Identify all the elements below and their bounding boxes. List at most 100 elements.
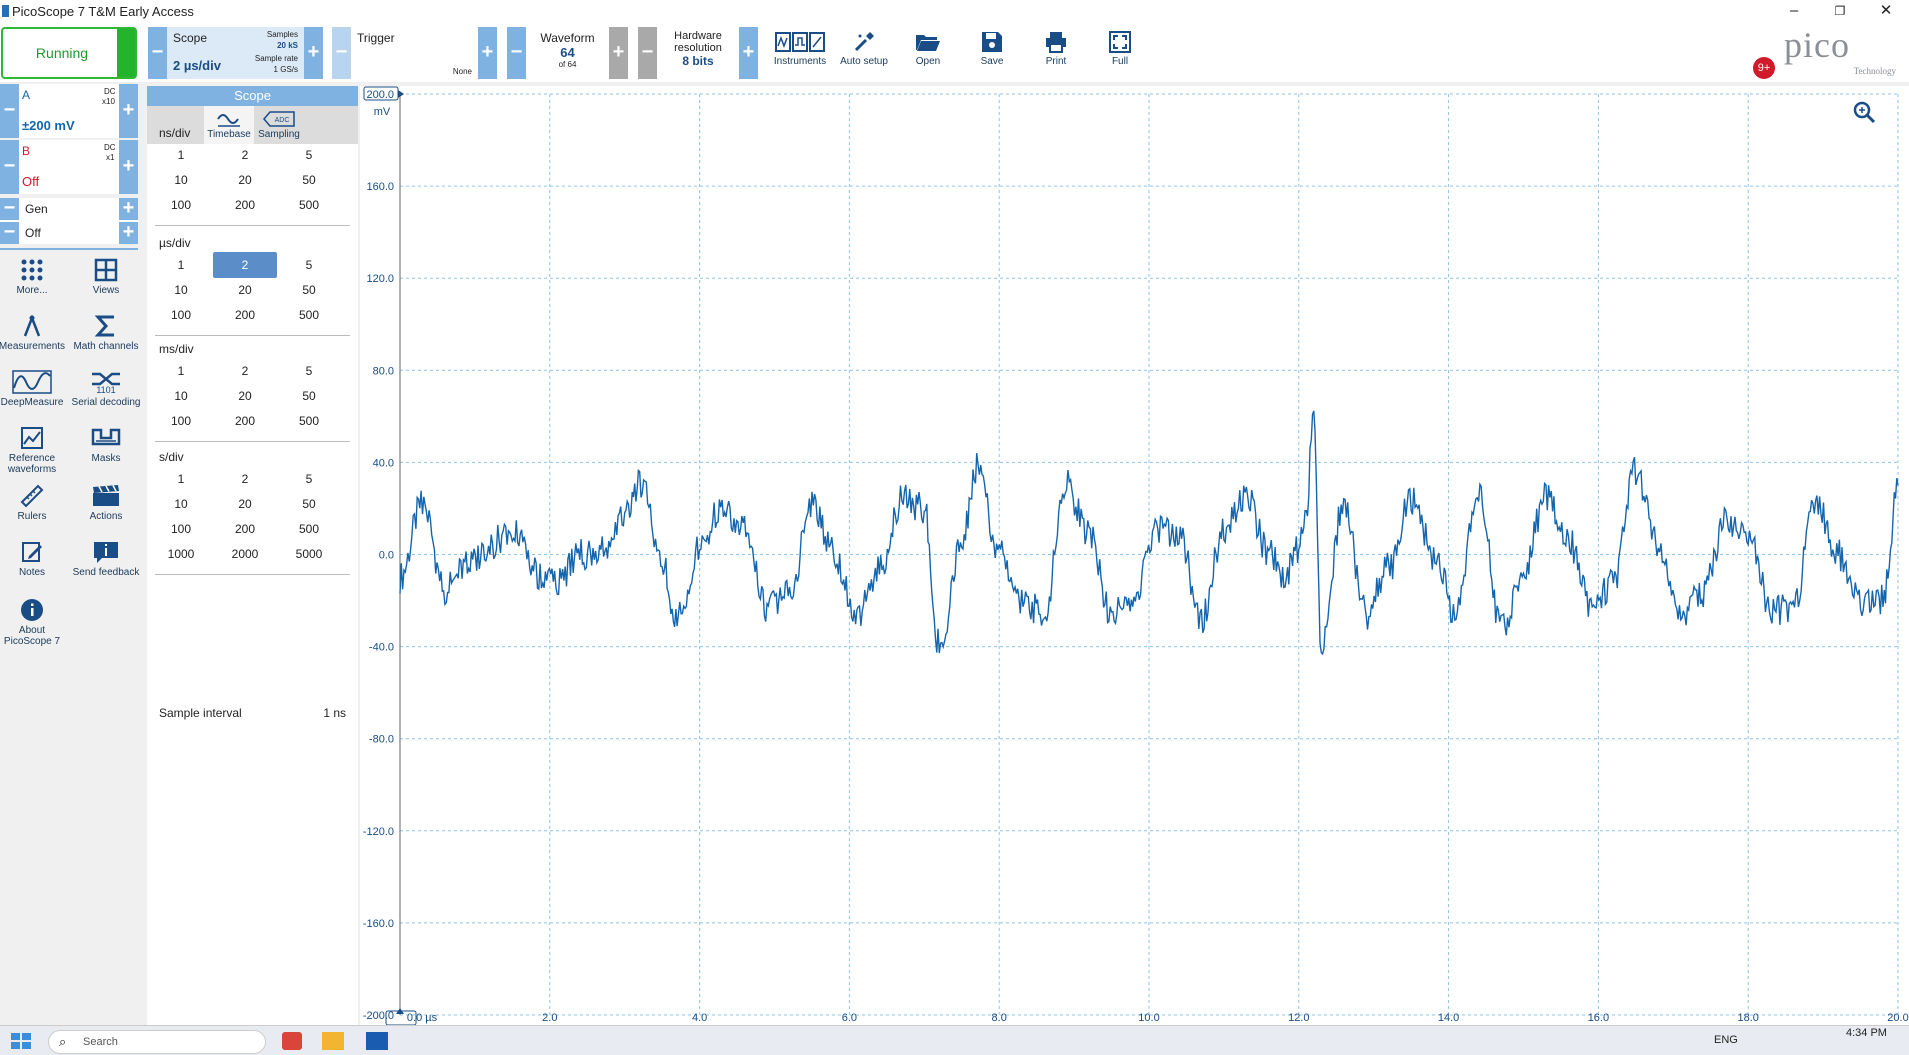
instruments-button[interactable]: Instruments <box>770 24 830 80</box>
timebase-option[interactable]: 20 <box>213 491 277 517</box>
y-tick-label: -200.0 <box>363 1010 394 1022</box>
timebase-option[interactable]: 20 <box>213 383 277 409</box>
zoom-icon[interactable] <box>1853 101 1876 124</box>
resolution-increase-button[interactable]: + <box>739 27 758 79</box>
channel-b-increase-button[interactable]: + <box>119 140 138 194</box>
run-stop-button[interactable]: Running <box>1 27 137 79</box>
timebase-option[interactable]: 2 <box>213 142 277 168</box>
channel-a-increase-button[interactable]: + <box>119 84 138 138</box>
clock[interactable]: 4:34 PM <box>1846 1027 1887 1039</box>
timebase-option[interactable]: 5 <box>277 252 341 278</box>
timebase-option[interactable]: 100 <box>149 192 213 218</box>
trigger-increase-button[interactable]: + <box>478 27 497 79</box>
timebase-option[interactable]: 50 <box>277 383 341 409</box>
channel-b-decrease-button[interactable]: − <box>0 140 19 194</box>
timebase-option[interactable]: 100 <box>149 302 213 328</box>
timebase-option[interactable]: 1 <box>149 358 213 384</box>
reference-waveforms-button[interactable]: Reference waveforms <box>0 426 68 475</box>
restore-button[interactable]: ❐ <box>1817 0 1863 24</box>
notes-button[interactable]: Notes <box>0 540 68 578</box>
file-explorer-icon[interactable] <box>322 1032 344 1050</box>
tab-timebase[interactable]: Timebase <box>204 106 254 144</box>
timebase-option[interactable]: 20 <box>213 277 277 303</box>
measurements-button[interactable]: Measurements <box>0 314 68 352</box>
resolution-decrease-button[interactable]: − <box>638 27 657 79</box>
hardware-resolution-control[interactable]: Hardware resolution 8 bits <box>657 27 739 79</box>
timebase-option[interactable]: 10 <box>149 167 213 193</box>
timebase-option[interactable]: 5 <box>277 358 341 384</box>
timebase-option[interactable]: 500 <box>277 302 341 328</box>
timebase-option[interactable]: 50 <box>277 277 341 303</box>
timebase-option[interactable]: 1 <box>149 466 213 492</box>
waveform-previous-button[interactable]: − <box>507 27 526 79</box>
timebase-option[interactable]: 5 <box>277 466 341 492</box>
notification-badge[interactable]: 9+ <box>1753 57 1775 79</box>
serial-decoding-button[interactable]: 1101 Serial decoding <box>70 370 142 408</box>
timebase-increase-button[interactable]: + <box>304 27 323 79</box>
gen-increase-button[interactable]: + <box>119 198 138 220</box>
about-button[interactable]: About PicoScope 7 <box>0 598 68 647</box>
timebase-option[interactable]: 10 <box>149 277 213 303</box>
timebase-option[interactable]: 2000 <box>213 541 277 567</box>
waveform-chart[interactable]: 200.0 160.0 120.0 80.0 40.0 0.0 -40.0 -80.0 -120… <box>360 86 1909 1026</box>
channel-a-decrease-button[interactable]: − <box>0 84 19 138</box>
taskbar-app-icon-1[interactable] <box>282 1032 302 1050</box>
math-channels-button[interactable]: Math channels <box>70 314 142 352</box>
timebase-option[interactable]: 50 <box>277 167 341 193</box>
waveform-next-button[interactable]: + <box>609 27 628 79</box>
timebase-option[interactable]: 10 <box>149 383 213 409</box>
timebase-option[interactable]: 500 <box>277 408 341 434</box>
timebase-option[interactable]: 20 <box>213 167 277 193</box>
timebase-option[interactable]: 100 <box>149 408 213 434</box>
timebase-option[interactable]: 5000 <box>277 541 341 567</box>
timebase-option[interactable]: 10 <box>149 491 213 517</box>
timebase-option[interactable]: 200 <box>213 302 277 328</box>
timebase-option[interactable]: 1 <box>149 252 213 278</box>
timebase-option[interactable]: 200 <box>213 516 277 542</box>
views-button[interactable]: Views <box>70 258 142 296</box>
deepmeasure-button[interactable]: DeepMeasure <box>0 370 68 408</box>
timebase-decrease-button[interactable]: − <box>148 27 167 79</box>
minimize-button[interactable]: – <box>1771 0 1817 24</box>
rulers-button[interactable]: Rulers <box>0 484 68 522</box>
channel-a-control[interactable]: − A DC x10 ±200 mV + <box>0 84 138 138</box>
timebase-option[interactable]: 1000 <box>149 541 213 567</box>
tab-sampling[interactable]: ADC Sampling <box>254 106 304 144</box>
timebase-option[interactable]: 2 <box>213 358 277 384</box>
channel-b-control[interactable]: − B DC x1 Off + <box>0 140 138 194</box>
taskbar-search-box[interactable]: ⌕ Search <box>48 1030 266 1054</box>
timebase-option[interactable]: 200 <box>213 192 277 218</box>
close-button[interactable]: ✕ <box>1863 0 1909 24</box>
timebase-control[interactable]: Scope 2 µs/div Samples 20 kS Sample rate… <box>167 27 304 79</box>
picoscope-taskbar-icon[interactable] <box>366 1032 388 1050</box>
windows-start-icon[interactable] <box>10 1032 32 1050</box>
send-feedback-button[interactable]: Send feedback <box>70 540 142 578</box>
timebase-option[interactable]: 100 <box>149 516 213 542</box>
language-indicator[interactable]: ENG <box>1714 1034 1738 1046</box>
waveform-selector[interactable]: Waveform 64 of 64 <box>526 27 609 79</box>
timebase-option[interactable]: 50 <box>277 491 341 517</box>
timebase-option[interactable]: 5 <box>277 142 341 168</box>
full-screen-button[interactable]: Full <box>1090 24 1150 80</box>
timebase-option[interactable]: 1 <box>149 142 213 168</box>
masks-button[interactable]: Masks <box>70 426 142 464</box>
open-button[interactable]: Open <box>898 24 958 80</box>
auto-setup-button[interactable]: Auto setup <box>834 24 894 80</box>
timebase-option[interactable]: 2 <box>213 466 277 492</box>
timebase-option[interactable]: 200 <box>213 408 277 434</box>
trigger-decrease-button[interactable]: − <box>332 27 351 79</box>
timebase-option[interactable]: 500 <box>277 192 341 218</box>
gen-state-decrease-button[interactable]: − <box>0 222 19 244</box>
windows-taskbar: ⌕ Search ENG 4:34 PM <box>0 1025 1909 1055</box>
save-button[interactable]: Save <box>962 24 1022 80</box>
timebase-option[interactable]: 2 <box>213 252 277 278</box>
scope-view[interactable]: 200.0 160.0 120.0 80.0 40.0 0.0 -40.0 -80.0 -120… <box>360 86 1909 1026</box>
signal-generator-control[interactable]: − Gen + − Off + <box>0 198 138 244</box>
gen-state-increase-button[interactable]: + <box>119 222 138 244</box>
trigger-control[interactable]: Trigger None <box>351 27 478 79</box>
more-button[interactable]: More... <box>0 258 68 296</box>
actions-button[interactable]: Actions <box>70 484 142 522</box>
timebase-option[interactable]: 500 <box>277 516 341 542</box>
print-button[interactable]: Print <box>1026 24 1086 80</box>
gen-decrease-button[interactable]: − <box>0 198 19 220</box>
